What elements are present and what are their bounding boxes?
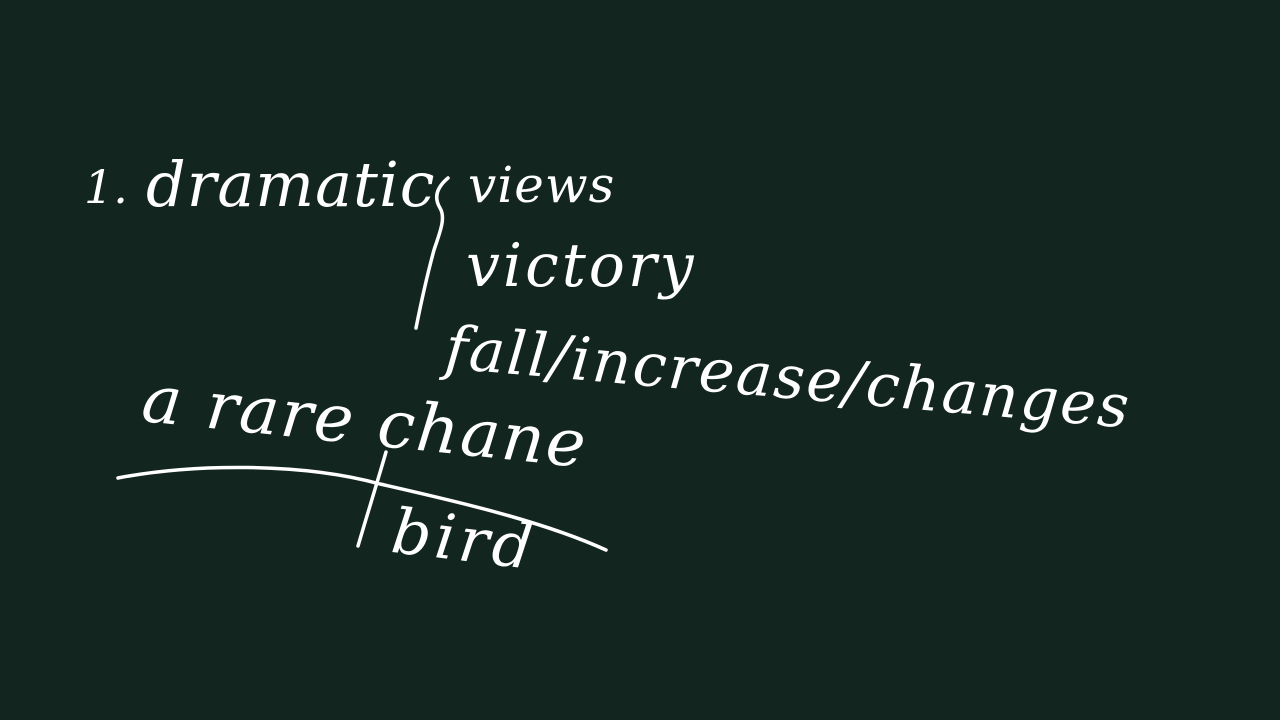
option-victory: victory [466, 231, 697, 301]
option-views: views [468, 156, 616, 214]
annotation-tick [356, 450, 388, 548]
word-dramatic: dramatic [146, 148, 436, 221]
annotation-bird: bird [387, 494, 541, 585]
chalkboard: 1. dramatic views victory fall/increase/… [0, 0, 1280, 720]
item-number: 1. [84, 160, 128, 214]
